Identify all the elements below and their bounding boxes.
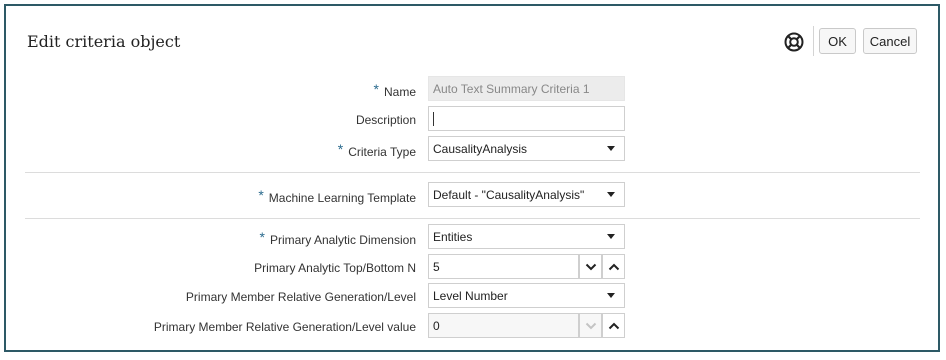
- dialog-title: Edit criteria object: [27, 32, 181, 51]
- section-divider: [25, 218, 920, 219]
- primary-dimension-value: Entities: [433, 229, 473, 244]
- top-bottom-input[interactable]: 5: [428, 254, 579, 279]
- top-bottom-label: Primary Analytic Top/Bottom N: [254, 261, 416, 275]
- relative-gen-label: Primary Member Relative Generation/Level: [185, 290, 416, 304]
- criteria-type-label: * Criteria Type: [337, 141, 416, 159]
- name-field: Auto Text Summary Criteria 1: [428, 76, 625, 101]
- edit-criteria-dialog: Edit criteria object OK Cancel * Name Aut…: [4, 4, 940, 352]
- text-cursor: [433, 111, 434, 126]
- description-input[interactable]: [428, 106, 625, 131]
- description-label: Description: [355, 113, 416, 127]
- cancel-button[interactable]: Cancel: [863, 28, 917, 54]
- relative-gen-value: Level Number: [433, 288, 508, 303]
- required-asterisk-icon: *: [373, 81, 379, 97]
- criteria-type-select[interactable]: CausalityAnalysis: [428, 136, 625, 161]
- ml-template-select[interactable]: Default - "CausalityAnalysis": [428, 182, 625, 207]
- caret-down-icon: [607, 192, 615, 197]
- toolbar-divider: [813, 26, 814, 56]
- section-divider: [25, 172, 920, 173]
- caret-down-icon: [607, 234, 615, 239]
- criteria-type-value: CausalityAnalysis: [433, 141, 528, 156]
- caret-down-icon: [607, 146, 615, 151]
- help-lifebuoy-icon[interactable]: [783, 31, 805, 53]
- relative-gen-select[interactable]: Level Number: [428, 283, 625, 308]
- decrement-button-disabled: [579, 313, 602, 338]
- primary-dimension-label: * Primary Analytic Dimension: [259, 229, 417, 247]
- chevron-down-icon: [585, 322, 596, 329]
- relative-gen-value-label: Primary Member Relative Generation/Level…: [153, 320, 416, 334]
- relative-gen-value-input[interactable]: 0: [428, 313, 579, 338]
- chevron-down-icon: [585, 263, 596, 270]
- increment-button[interactable]: [602, 313, 625, 338]
- required-asterisk-icon: *: [259, 229, 265, 245]
- ml-template-label: * Machine Learning Template: [258, 187, 416, 205]
- required-asterisk-icon: *: [337, 141, 344, 157]
- ok-button[interactable]: OK: [819, 28, 856, 54]
- caret-down-icon: [607, 293, 615, 298]
- decrement-button[interactable]: [579, 254, 602, 279]
- increment-button[interactable]: [602, 254, 625, 279]
- ml-template-value: Default - "CausalityAnalysis": [433, 187, 585, 202]
- primary-dimension-select[interactable]: Entities: [428, 224, 625, 249]
- required-asterisk-icon: *: [258, 187, 264, 203]
- name-label: * Name: [373, 81, 416, 99]
- chevron-up-icon: [608, 322, 619, 329]
- chevron-up-icon: [608, 263, 619, 270]
